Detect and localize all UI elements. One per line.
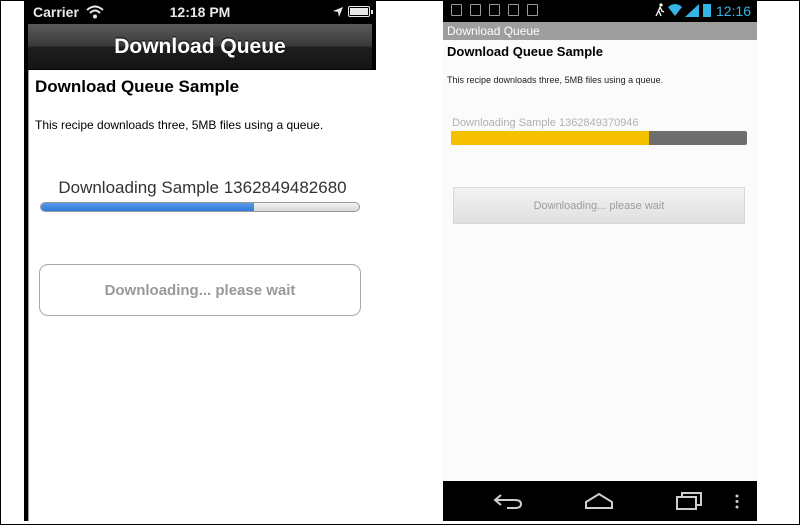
- status-time: 12:18 PM: [169, 4, 231, 20]
- android-navigation-bar: [443, 481, 757, 521]
- ios-navigation-bar: Download Queue: [28, 24, 372, 70]
- walking-man-icon: [655, 3, 665, 17]
- android-status-bar: 12:16: [443, 0, 757, 22]
- progress-fill: [451, 131, 650, 145]
- progress-fill: [41, 203, 255, 211]
- download-button[interactable]: Downloading... please wait: [39, 264, 361, 316]
- battery-icon: [348, 6, 373, 17]
- battery-icon: [703, 4, 711, 17]
- download-progress-bar: [451, 131, 747, 145]
- wifi-icon: [668, 4, 682, 16]
- nav-title: Download Queue: [114, 35, 286, 58]
- description-text: This recipe downloads three, 5MB files u…: [35, 118, 324, 132]
- location-arrow-icon: [333, 7, 343, 17]
- recent-apps-icon[interactable]: [675, 492, 703, 510]
- description-text: This recipe downloads three, 5MB files u…: [447, 75, 664, 85]
- page-heading: Download Queue Sample: [35, 77, 240, 96]
- download-button[interactable]: Downloading... please wait: [453, 187, 745, 224]
- ios-status-bar: Carrier 12:18 PM: [24, 0, 376, 24]
- page-heading: Download Queue Sample: [447, 44, 604, 59]
- ios-screen: Carrier 12:18 PM Download Queue Download…: [24, 0, 376, 521]
- download-status-label: Downloading Sample 1362849370946: [452, 117, 639, 129]
- android-debug-icon: [527, 4, 538, 16]
- menu-icon[interactable]: [735, 494, 739, 509]
- gallery-icon: [451, 4, 462, 16]
- download-progress-bar: [40, 202, 360, 212]
- notification-icon: [470, 4, 481, 16]
- signal-icon: [685, 4, 699, 17]
- back-icon[interactable]: [493, 493, 523, 509]
- usb-icon: [489, 4, 500, 16]
- home-icon[interactable]: [584, 492, 614, 510]
- android-title-bar: Download Queue: [443, 22, 757, 40]
- android-screen: 12:16 Download Queue Download Queue Samp…: [443, 0, 757, 521]
- ios-content: Download Queue Sample This recipe downlo…: [28, 70, 376, 521]
- download-status-label: Downloading Sample 1362849482680: [58, 178, 347, 197]
- status-time: 12:16: [715, 3, 751, 19]
- camera-icon: [508, 4, 519, 16]
